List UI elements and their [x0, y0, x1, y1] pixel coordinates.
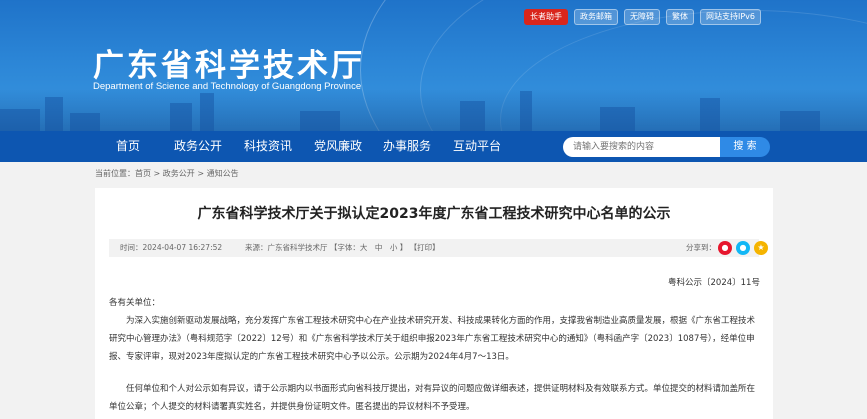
nav-item-home[interactable]: 首页 — [116, 131, 140, 162]
gov-mail-link[interactable]: 政务邮箱 — [574, 9, 618, 25]
search-input[interactable] — [563, 137, 720, 157]
nav-item-integrity[interactable]: 党风廉政 — [314, 131, 362, 162]
article-title: 广东省科学技术厅关于拟认定2023年度广东省工程技术研究中心名单的公示 — [197, 206, 671, 222]
elder-assist-link[interactable]: 长者助手 — [524, 9, 568, 25]
ipv6-link[interactable]: 网站支持IPv6 — [700, 9, 762, 25]
site-title[interactable]: 广东省科学技术厅 — [93, 40, 365, 85]
nav-item-tech-news[interactable]: 科技资讯 — [244, 131, 292, 162]
site-subtitle: Department of Science and Technology of … — [93, 81, 362, 92]
skyline-graphic — [0, 89, 867, 131]
article-card: 广东省科学技术厅关于拟认定2023年度广东省工程技术研究中心名单的公示 时间：2… — [95, 188, 773, 419]
body-paragraph-2: 任何单位和个人对公示如有异议，请于公示期内以书面形式向省科技厅提出，对有异议的问… — [109, 384, 756, 412]
article-meta-bar: 时间：2024-04-07 16:27:52 来源：广东省科学技术厅 【字体：大… — [109, 239, 768, 257]
document-number: 粤科公示〔2024〕11号 — [668, 278, 760, 288]
nav-item-services[interactable]: 办事服务 — [383, 131, 431, 162]
nav-item-interaction[interactable]: 互动平台 — [453, 131, 501, 162]
accessibility-link[interactable]: 无障碍 — [624, 9, 660, 25]
share-label: 分享到： — [686, 243, 716, 252]
salutation: 各有关单位： — [109, 298, 161, 308]
top-links: 长者助手 政务邮箱 无障碍 繁体 网站支持IPv6 — [524, 9, 762, 25]
header-banner: 广东省科学技术厅 Department of Science and Techn… — [0, 0, 867, 131]
publish-time: 时间：2024-04-07 16:27:52 — [120, 243, 223, 252]
source-font-print[interactable]: 来源：广东省科学技术厅 【字体：大 中 小 】 【打印】 — [245, 239, 440, 257]
weibo-icon[interactable]: ● — [718, 241, 732, 255]
traditional-chinese-link[interactable]: 繁体 — [666, 9, 694, 25]
breadcrumb[interactable]: 当前位置：首页 > 政务公开 > 通知公告 — [95, 168, 239, 179]
qq-icon[interactable]: ● — [736, 241, 750, 255]
qzone-icon[interactable]: ★ — [754, 241, 768, 255]
search-button[interactable]: 搜 索 — [720, 137, 770, 157]
body-paragraph-1: 为深入实施创新驱动发展战略，充分发挥广东省工程技术研究中心在产业技术研究开发、科… — [109, 316, 756, 362]
nav-item-gov-affairs[interactable]: 政务公开 — [174, 131, 222, 162]
